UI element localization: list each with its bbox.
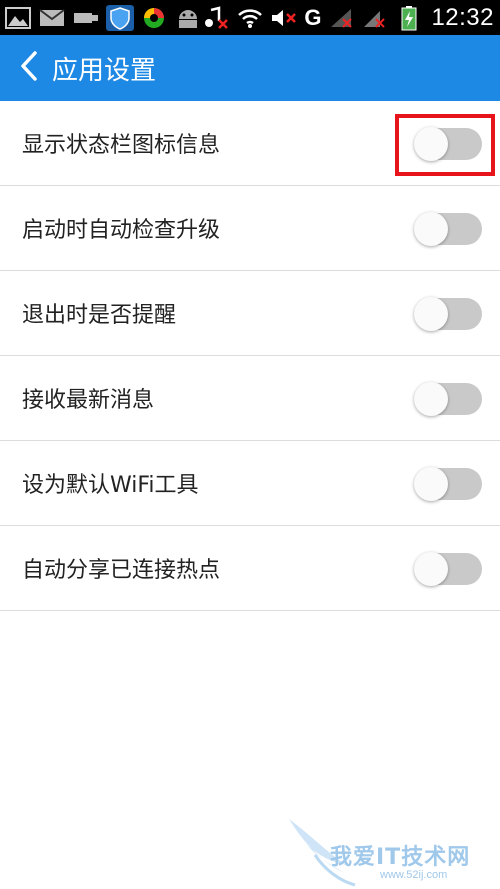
setting-label: 退出时是否提醒 <box>22 303 177 328</box>
setting-label: 启动时自动检查升级 <box>22 218 221 243</box>
screen: G 12:32 应用设置 显示状态栏图标信息 启动时自动检查升级 退出时是否提醒… <box>0 0 500 889</box>
mail-icon <box>38 5 66 31</box>
setting-label: 显示状态栏图标信息 <box>22 133 221 158</box>
shield-icon <box>106 4 134 31</box>
network-type-label: G <box>304 4 322 30</box>
toggle-knob <box>414 467 448 501</box>
exit-reminder-toggle[interactable] <box>414 297 482 331</box>
toggle-knob <box>414 212 448 246</box>
setting-label: 接收最新消息 <box>22 388 155 413</box>
setting-row-status-bar-icon[interactable]: 显示状态栏图标信息 <box>0 101 500 186</box>
watermark-url: www.52ij.com <box>380 869 448 881</box>
wifi-icon <box>236 5 264 31</box>
signal-2-icon <box>361 5 389 31</box>
clock: 12:32 <box>431 3 494 31</box>
page-title: 应用设置 <box>52 55 157 86</box>
app-icon <box>140 5 168 31</box>
default-wifi-toggle[interactable] <box>414 467 482 501</box>
status-bar-icon-toggle[interactable] <box>414 127 482 161</box>
setting-row-auto-update[interactable]: 启动时自动检查升级 <box>0 186 500 271</box>
setting-row-exit-reminder[interactable]: 退出时是否提醒 <box>0 271 500 356</box>
receive-news-toggle[interactable] <box>414 382 482 416</box>
android-icon <box>174 5 202 31</box>
signal-icon <box>327 5 355 31</box>
music-muted-icon <box>202 5 230 31</box>
toggle-knob <box>414 552 448 586</box>
back-button[interactable] <box>6 35 52 101</box>
image-icon <box>4 5 32 31</box>
setting-label: 设为默认WiFi工具 <box>22 473 199 498</box>
toggle-knob <box>414 382 448 416</box>
setting-label: 自动分享已连接热点 <box>22 558 221 583</box>
watermark: 我爱IT技术网 www.52ij.com <box>285 815 495 889</box>
volume-muted-icon <box>270 5 298 31</box>
setting-row-default-wifi[interactable]: 设为默认WiFi工具 <box>0 441 500 526</box>
toggle-knob <box>414 297 448 331</box>
watermark-text: 我爱IT技术网 <box>330 845 471 870</box>
toggle-knob <box>414 127 448 161</box>
auto-update-toggle[interactable] <box>414 212 482 246</box>
chevron-left-icon <box>19 50 39 86</box>
setting-row-receive-news[interactable]: 接收最新消息 <box>0 356 500 441</box>
app-bar: 应用设置 <box>0 35 500 101</box>
share-hotspot-toggle[interactable] <box>414 552 482 586</box>
usb-icon <box>72 5 100 31</box>
setting-row-share-hotspot[interactable]: 自动分享已连接热点 <box>0 526 500 611</box>
settings-list: 显示状态栏图标信息 启动时自动检查升级 退出时是否提醒 接收最新消息 设为默认W… <box>0 101 500 611</box>
battery-charging-icon <box>395 5 423 31</box>
status-bar: G 12:32 <box>0 0 500 35</box>
